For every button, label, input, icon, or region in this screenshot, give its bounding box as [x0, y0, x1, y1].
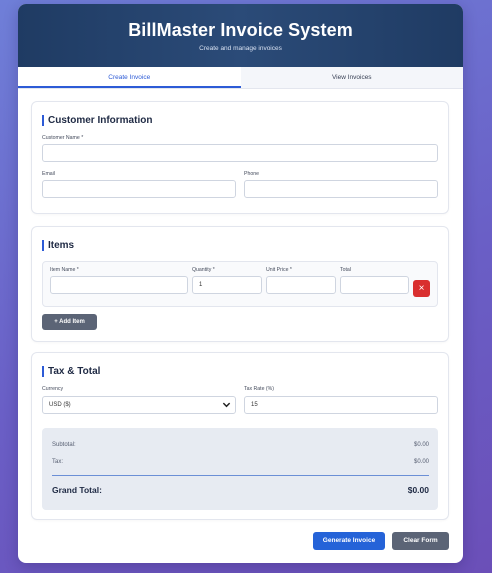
- generate-invoice-button[interactable]: Generate Invoice: [313, 532, 385, 550]
- unit-price-input[interactable]: [266, 276, 336, 294]
- grand-total-value: $0.00: [407, 485, 429, 495]
- subtotal-label: Subtotal:: [52, 442, 76, 448]
- app-title: BillMaster Invoice System: [128, 20, 353, 40]
- close-icon: ×: [418, 283, 425, 294]
- totals-divider: [52, 475, 429, 476]
- items-section-title: Items: [42, 240, 74, 251]
- grand-total-row: Grand Total: $0.00: [52, 485, 429, 495]
- quantity-input[interactable]: 1: [192, 276, 262, 294]
- email-input[interactable]: [42, 180, 236, 198]
- app-subtitle: Create and manage invoices: [199, 45, 282, 52]
- total-input: [340, 276, 409, 294]
- unit-price-label: Unit Price *: [266, 267, 292, 273]
- tax-section-title: Tax & Total: [42, 366, 100, 377]
- currency-label: Currency: [42, 386, 64, 392]
- delete-item-button[interactable]: ×: [413, 280, 430, 297]
- tax-rate-label: Tax Rate (%): [244, 386, 274, 392]
- invoice-card: BillMaster Invoice System Create and man…: [18, 4, 463, 563]
- chevron-down-icon: [222, 402, 231, 408]
- customer-name-input[interactable]: [42, 144, 438, 162]
- quantity-label: Quantity *: [192, 267, 215, 273]
- items-section: Items Item Name * Quantity * Unit Price …: [31, 226, 449, 342]
- customer-section: Customer Information Customer Name * Ema…: [31, 101, 449, 214]
- totals-panel: Subtotal: $0.00 Tax: $0.00 Grand Total: …: [42, 428, 438, 510]
- add-item-button[interactable]: + Add Item: [42, 314, 97, 330]
- tax-row: Tax: $0.00: [52, 459, 429, 465]
- customer-section-title: Customer Information: [42, 115, 152, 126]
- phone-input[interactable]: [244, 180, 438, 198]
- tab-bar: Create Invoice View Invoices: [18, 67, 463, 89]
- item-name-input[interactable]: [50, 276, 188, 294]
- tax-value: $0.00: [413, 459, 429, 465]
- tab-create-invoice[interactable]: Create Invoice: [18, 67, 241, 88]
- clear-form-button[interactable]: Clear Form: [392, 532, 449, 550]
- subtotal-row: Subtotal: $0.00: [52, 442, 429, 448]
- grand-total-label: Grand Total:: [52, 485, 102, 495]
- currency-value: USD ($): [49, 402, 71, 408]
- item-name-label: Item Name *: [50, 267, 79, 273]
- total-label: Total: [340, 267, 351, 273]
- tax-total-section: Tax & Total Currency USD ($) Tax Rate (%…: [31, 352, 449, 520]
- phone-label: Phone: [244, 171, 260, 177]
- subtotal-value: $0.00: [413, 442, 429, 448]
- tab-view-invoices[interactable]: View Invoices: [240, 67, 463, 88]
- tax-rate-input[interactable]: 15: [244, 396, 438, 414]
- app-header: BillMaster Invoice System Create and man…: [18, 4, 463, 67]
- tax-label: Tax:: [52, 459, 64, 465]
- customer-name-label: Customer Name *: [42, 135, 84, 141]
- currency-select[interactable]: USD ($): [42, 396, 236, 414]
- email-label: Email: [42, 171, 55, 177]
- item-row: Item Name * Quantity * Unit Price * Tota…: [42, 261, 438, 307]
